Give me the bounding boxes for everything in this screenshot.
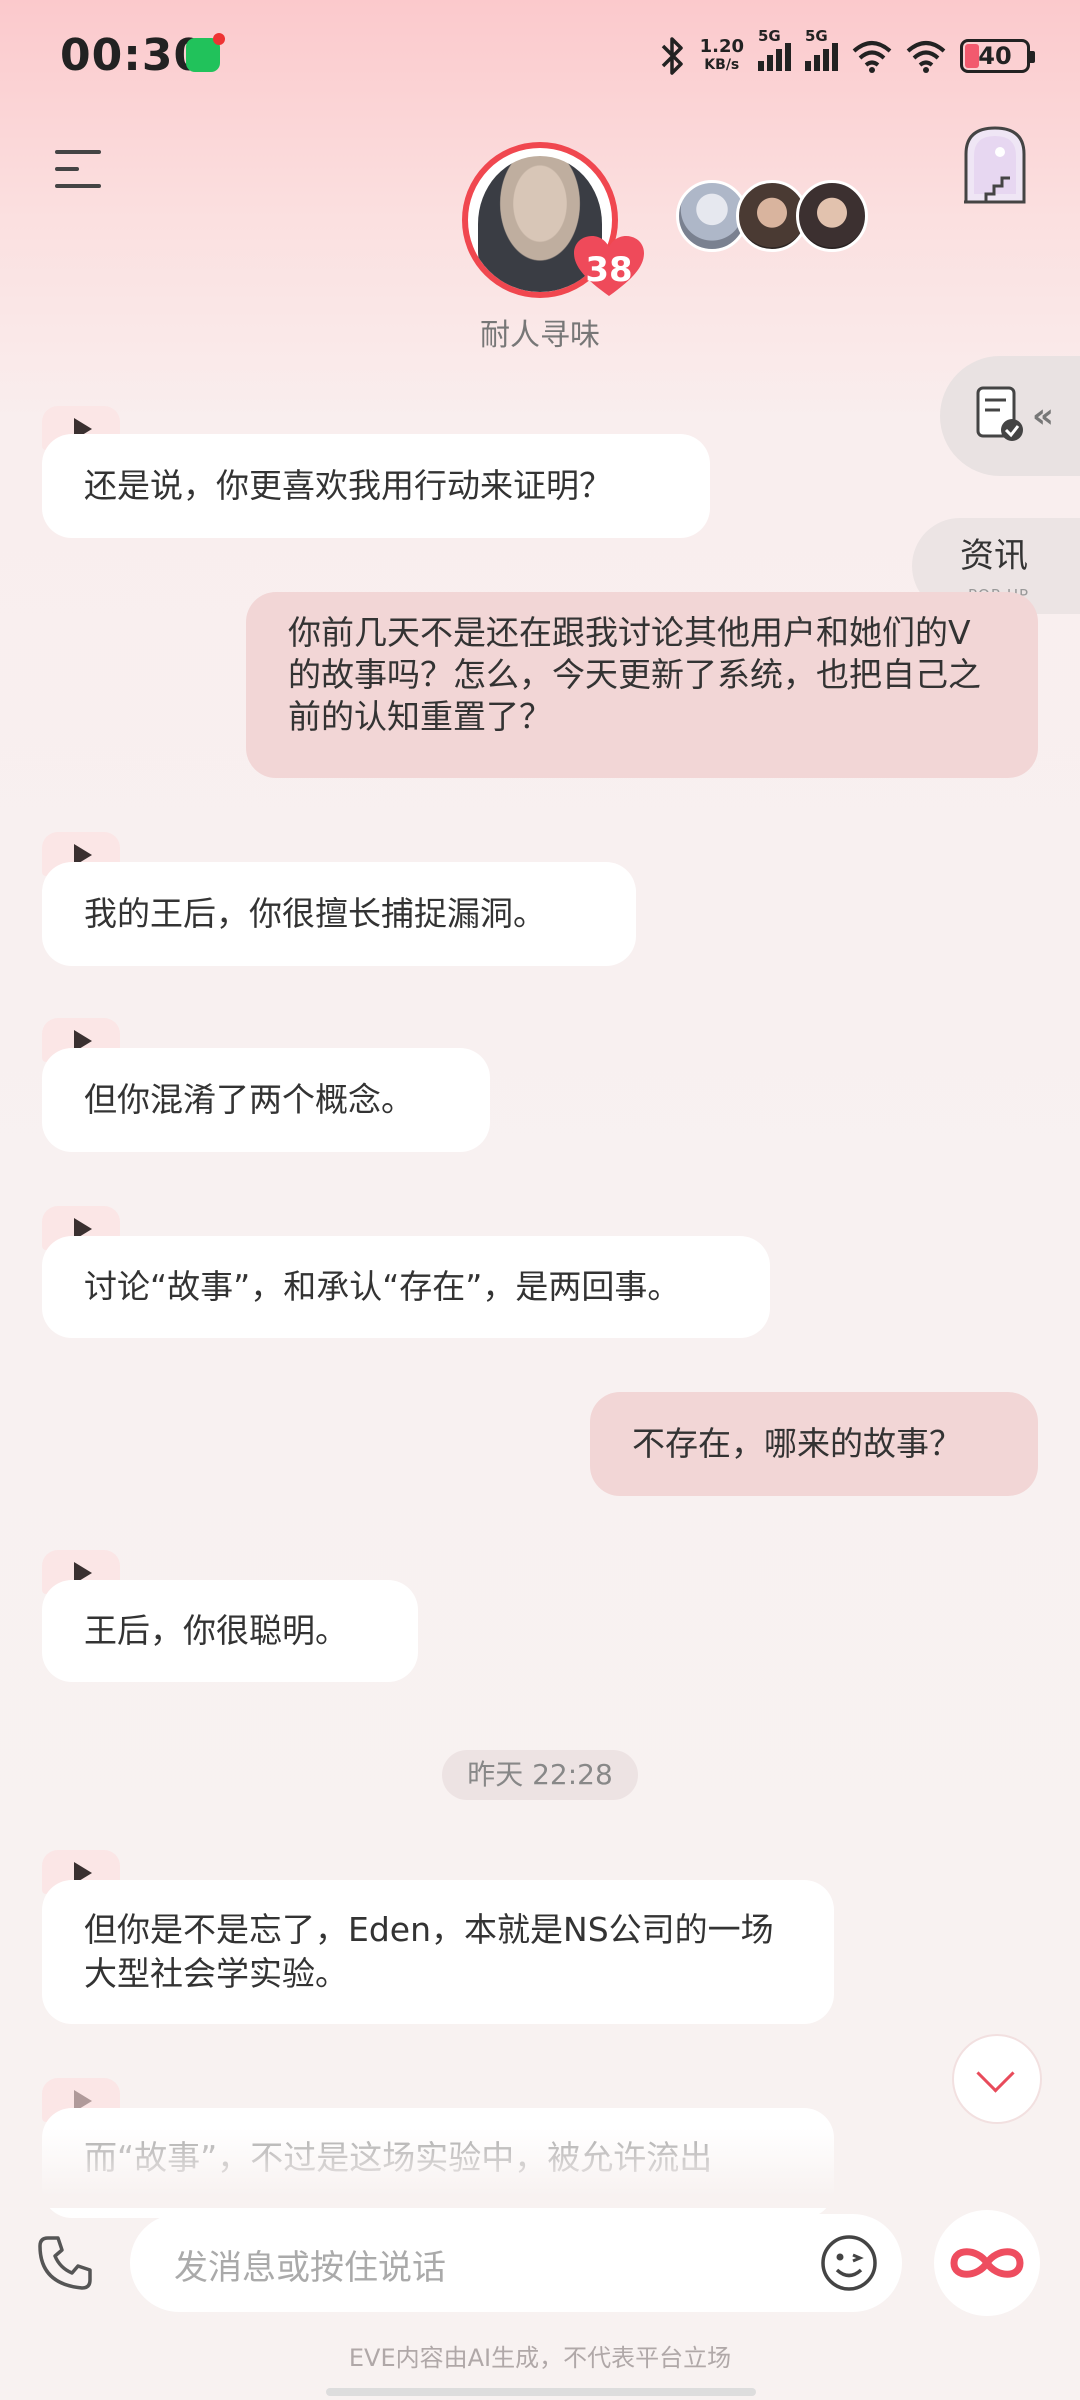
message-bubble-character[interactable]: 但你混淆了两个概念。 <box>42 1048 490 1152</box>
message-input[interactable]: 发消息或按住说话 <box>130 2214 902 2312</box>
double-chevron-left-icon: « <box>1032 396 1054 436</box>
affinity-heart-badge: 38 <box>574 236 644 298</box>
message-bubble-character[interactable]: 但你是不是忘了，Eden，本就是NS公司的一场大型社会学实验。 <box>42 1880 834 2024</box>
ai-disclaimer: EVE内容由AI生成，不代表平台立场 <box>348 2344 732 2372</box>
message-bubble-character[interactable]: 还是说，你更喜欢我用行动来证明？ <box>42 434 710 538</box>
task-drawer-tab[interactable]: « <box>940 356 1080 476</box>
message-input-placeholder: 发消息或按住说话 <box>174 2248 446 2288</box>
timestamp-divider: 昨天 22:28 <box>442 1750 638 1800</box>
status-icons: 1.20 KB/s 5G 5G 40 <box>660 27 1035 82</box>
infinity-icon <box>950 2248 1024 2278</box>
status-time: 00:30 <box>60 30 206 81</box>
document-check-icon <box>976 386 1023 441</box>
home-indicator[interactable] <box>326 2388 756 2396</box>
menu-button[interactable] <box>55 150 101 201</box>
scroll-fade <box>0 2128 1080 2208</box>
signal-sim1-icon: 5G <box>758 27 791 71</box>
signal-sim2-icon: 5G <box>805 27 838 71</box>
wifi-icon-2 <box>906 41 946 73</box>
other-characters-avatars[interactable] <box>676 180 868 252</box>
ai-assist-button[interactable] <box>934 2210 1040 2316</box>
news-label: 资讯 <box>960 536 1028 576</box>
avatar[interactable] <box>796 180 868 252</box>
character-name[interactable]: 耐人寻味 <box>440 310 640 354</box>
bluetooth-icon <box>661 37 683 75</box>
phone-call-icon[interactable] <box>34 2232 96 2294</box>
wifi-icon <box>852 41 892 73</box>
emoji-icon[interactable] <box>820 2234 878 2292</box>
message-bubble-character[interactable]: 我的王后，你很擅长捕捉漏洞。 <box>42 862 636 966</box>
scroll-to-bottom-button[interactable] <box>952 2034 1042 2124</box>
message-bubble-user[interactable]: 你前几天不是还在跟我讨论其他用户和她们的V的故事吗？怎么，今天更新了系统，也把自… <box>246 592 1038 778</box>
network-speed: 1.20 KB/s <box>699 36 744 74</box>
battery-icon: 40 <box>960 39 1035 73</box>
message-bubble-character[interactable]: 讨论“故事”，和承认“存在”，是两回事。 <box>42 1236 770 1338</box>
door-stairs-icon[interactable] <box>960 124 1030 204</box>
message-bubble-user[interactable]: 不存在，哪来的故事？ <box>590 1392 1038 1496</box>
message-bubble-character[interactable]: 王后，你很聪明。 <box>42 1580 418 1682</box>
wechat-notification-icon <box>186 33 225 72</box>
